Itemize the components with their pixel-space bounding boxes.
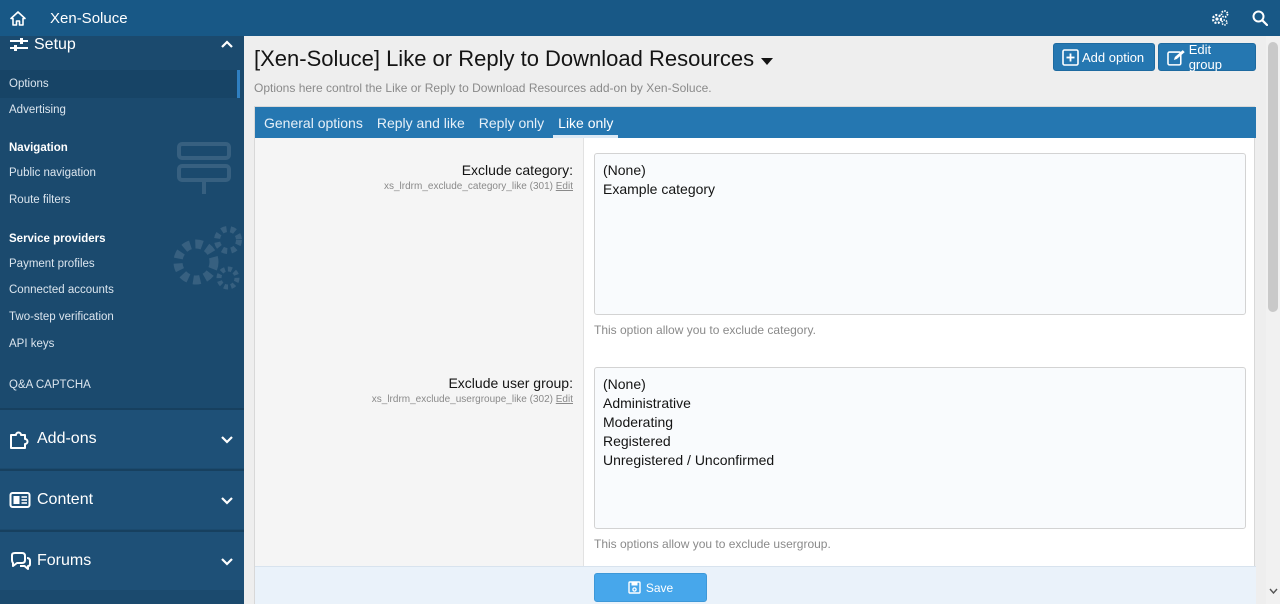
home-icon[interactable] <box>0 0 36 36</box>
tab-general-options[interactable]: General options <box>259 107 368 138</box>
chevron-up-icon[interactable] <box>220 36 234 54</box>
tab-reply-and-like[interactable]: Reply and like <box>372 107 470 138</box>
chevron-down-icon[interactable] <box>220 493 234 511</box>
category-explain: This option allow you to exclude categor… <box>594 323 816 337</box>
select-option[interactable]: Moderating <box>603 413 1237 432</box>
sidebar-item-options[interactable]: Options <box>0 70 240 98</box>
edit-icon <box>1167 49 1185 66</box>
option-label-text: Exclude category: <box>461 162 573 178</box>
select-option[interactable]: Example category <box>603 180 1237 199</box>
cogs-decor-icon <box>168 224 244 299</box>
options-panel: General options Reply and like Reply onl… <box>254 106 1256 604</box>
option-edit-link[interactable]: Edit <box>556 181 573 192</box>
select-option[interactable]: (None) <box>603 161 1237 180</box>
save-button[interactable]: Save <box>594 573 707 602</box>
chevron-down-icon[interactable] <box>220 554 234 572</box>
comments-icon <box>9 551 33 571</box>
option-edit-link[interactable]: Edit <box>556 394 573 405</box>
add-option-label: Add option <box>1082 49 1145 65</box>
navigation-decor-icon <box>175 136 235 201</box>
tab-like-only[interactable]: Like only <box>553 107 619 138</box>
caret-down-icon[interactable] <box>760 46 774 72</box>
label-column: Exclude category: xs_lrdrm_exclude_categ… <box>255 138 584 566</box>
search-icon[interactable] <box>1240 0 1280 36</box>
page-scrollbar[interactable] <box>1266 36 1280 604</box>
exclude-usergroup-select[interactable]: (None) Administrative Moderating Registe… <box>594 367 1246 529</box>
option-id: xs_lrdrm_exclude_category_like (301) <box>384 181 553 192</box>
sidebar-item-api-keys[interactable]: API keys <box>9 338 54 350</box>
sidebar-section-forums[interactable]: Forums <box>0 530 244 590</box>
select-option[interactable]: (None) <box>603 375 1237 394</box>
admin-sidebar: Setup Options Advertising Navigation Pub… <box>0 36 244 604</box>
puzzle-icon <box>9 429 33 449</box>
sidebar-heading-service-providers: Service providers <box>9 233 106 245</box>
scrollbar-thumb[interactable] <box>1268 42 1278 312</box>
sidebar-item-route-filters[interactable]: Route filters <box>9 194 70 206</box>
save-label: Save <box>645 580 674 595</box>
select-option[interactable]: Administrative <box>603 394 1237 413</box>
edit-group-button[interactable]: Edit group <box>1158 42 1256 72</box>
page-description: Options here control the Like or Reply t… <box>254 81 712 95</box>
top-bar: Xen-Soluce <box>0 0 1280 36</box>
sidebar-section-setup[interactable]: Setup <box>0 36 244 62</box>
select-option[interactable]: Unregistered / Unconfirmed <box>603 451 1237 470</box>
sidebar-section-content[interactable]: Content <box>0 469 244 529</box>
chevron-down-icon[interactable] <box>220 432 234 450</box>
save-icon <box>628 581 641 594</box>
sidebar-item-advertising[interactable]: Advertising <box>9 104 66 116</box>
sidebar-item-public-navigation[interactable]: Public navigation <box>9 167 96 179</box>
edit-group-label: Edit group <box>1188 42 1222 72</box>
sidebar-item-connected-accounts[interactable]: Connected accounts <box>9 284 114 296</box>
form-footer: Save <box>255 566 1256 604</box>
plus-square-icon <box>1062 48 1079 66</box>
add-option-button[interactable]: Add option <box>1053 43 1155 71</box>
sliders-icon <box>9 37 29 53</box>
sidebar-heading-navigation: Navigation <box>9 142 68 154</box>
cogs-icon[interactable] <box>1200 0 1240 36</box>
option-label-text: Exclude user group: <box>448 375 573 391</box>
select-option[interactable]: Registered <box>603 432 1237 451</box>
option-hint: xs_lrdrm_exclude_usergroupe_like (302) E… <box>372 394 573 405</box>
content-icon <box>9 490 33 510</box>
scroll-down-icon[interactable] <box>1269 581 1278 599</box>
page-title-text: [Xen-Soluce] Like or Reply to Download R… <box>254 46 755 71</box>
option-label-category: Exclude category: xs_lrdrm_exclude_categ… <box>384 162 573 192</box>
option-label-usergroup: Exclude user group: xs_lrdrm_exclude_use… <box>372 375 573 405</box>
option-hint: xs_lrdrm_exclude_category_like (301) Edi… <box>384 181 573 192</box>
sidebar-item-qa-captcha[interactable]: Q&A CAPTCHA <box>9 379 91 391</box>
sidebar-section-label: Forums <box>37 552 92 569</box>
page-title: [Xen-Soluce] Like or Reply to Download R… <box>254 46 774 72</box>
sidebar-section-label: Content <box>37 491 94 508</box>
exclude-category-select[interactable]: (None) Example category <box>594 153 1246 315</box>
sidebar-section-label: Setup <box>34 36 76 53</box>
sidebar-item-two-step-verification[interactable]: Two-step verification <box>9 311 114 323</box>
usergroup-explain: This options allow you to exclude usergr… <box>594 537 831 551</box>
tab-reply-only[interactable]: Reply only <box>474 107 549 138</box>
tab-bar: General options Reply and like Reply onl… <box>255 107 1256 138</box>
sidebar-item-payment-profiles[interactable]: Payment profiles <box>9 258 95 270</box>
brand-link[interactable]: Xen-Soluce <box>50 10 128 27</box>
sidebar-section-label: Add-ons <box>37 430 97 447</box>
main-content: [Xen-Soluce] Like or Reply to Download R… <box>244 36 1266 604</box>
option-id: xs_lrdrm_exclude_usergroupe_like (302) <box>371 394 553 405</box>
sidebar-section-addons[interactable]: Add-ons <box>0 408 244 468</box>
